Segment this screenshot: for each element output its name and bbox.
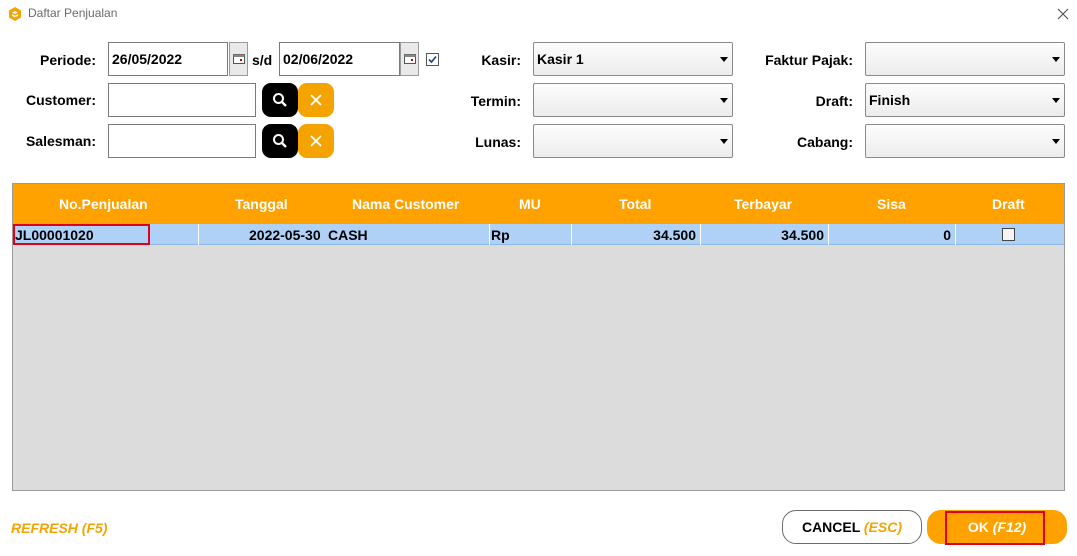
lunas-select[interactable] (533, 124, 733, 158)
close-icon (310, 94, 322, 106)
cell-total[interactable]: 34.500 (613, 227, 696, 243)
app-logo-icon (9, 7, 21, 21)
date-to-picker[interactable] (400, 42, 419, 76)
title-bar: Daftar Penjualan (0, 0, 1077, 28)
column-header-terbayar[interactable]: Terbayar (734, 196, 792, 212)
cabang-label: Cabang: (797, 134, 853, 150)
kasir-value: Kasir 1 (537, 51, 584, 67)
close-icon[interactable] (1052, 3, 1074, 25)
cabang-select[interactable] (865, 124, 1065, 158)
chevron-down-icon (1052, 98, 1060, 103)
close-icon (310, 135, 322, 147)
cell-draft-checkbox[interactable] (1002, 228, 1015, 241)
periode-checkbox[interactable] (426, 53, 439, 66)
column-header-tanggal[interactable]: Tanggal (235, 196, 288, 212)
search-icon (273, 93, 287, 107)
periode-label: Periode: (39, 52, 96, 68)
faktur-pajak-label: Faktur Pajak: (765, 52, 853, 68)
column-separator (571, 224, 572, 245)
termin-label: Termin: (470, 93, 521, 109)
column-header-total[interactable]: Total (619, 196, 651, 212)
lunas-label: Lunas: (475, 134, 521, 150)
window-title: Daftar Penjualan (28, 6, 118, 20)
date-to-field[interactable]: 02/06/2022 (279, 42, 400, 76)
salesman-clear-button[interactable] (298, 124, 334, 158)
column-separator (828, 224, 829, 245)
cancel-button-label: CANCEL (801, 519, 861, 535)
cell-sisa[interactable]: 0 (873, 227, 951, 243)
grid-header: No.Penjualan Tanggal Nama Customer MU To… (13, 184, 1064, 224)
draft-value: Finish (869, 92, 911, 108)
column-separator (955, 224, 956, 245)
table-row[interactable]: JL00001020 2022-05-30 CASH Rp 34.500 34.… (13, 224, 1064, 245)
draft-select[interactable]: Finish (865, 83, 1065, 117)
column-separator (198, 224, 199, 245)
column-header-sisa[interactable]: Sisa (877, 196, 906, 212)
refresh-link[interactable]: REFRESH (F5) (11, 520, 107, 536)
customer-field[interactable] (108, 83, 256, 117)
sd-label: s/d (252, 52, 273, 68)
chevron-down-icon (1052, 139, 1060, 144)
date-from-field[interactable]: 26/05/2022 (108, 42, 228, 76)
customer-label: Customer: (25, 92, 96, 108)
calendar-icon (404, 54, 416, 64)
faktur-pajak-select[interactable] (865, 42, 1065, 76)
checkmark-icon (428, 55, 437, 64)
column-header-mu[interactable]: MU (519, 196, 541, 212)
cancel-button[interactable]: CANCEL (ESC) (782, 510, 922, 544)
highlight-outline (13, 224, 150, 245)
calendar-icon (233, 54, 245, 64)
column-header-draft[interactable]: Draft (992, 196, 1025, 212)
termin-select[interactable] (533, 83, 733, 117)
customer-clear-button[interactable] (298, 83, 334, 117)
chevron-down-icon (720, 139, 728, 144)
draft-label: Draft: (815, 93, 853, 109)
salesman-search-button[interactable] (262, 124, 298, 158)
column-header-nama-customer[interactable]: Nama Customer (352, 196, 459, 212)
cell-nama-customer[interactable]: CASH (328, 227, 368, 243)
column-header-no-penjualan[interactable]: No.Penjualan (59, 196, 148, 212)
salesman-label: Salesman: (25, 133, 96, 149)
customer-search-button[interactable] (262, 83, 298, 117)
kasir-select[interactable]: Kasir 1 (533, 42, 733, 76)
cell-tanggal[interactable]: 2022-05-30 (249, 227, 321, 243)
cell-mu[interactable]: Rp (491, 227, 510, 243)
chevron-down-icon (720, 57, 728, 62)
column-separator (489, 224, 490, 245)
salesman-field[interactable] (108, 124, 256, 158)
highlight-outline (945, 511, 1045, 545)
date-from-picker[interactable] (229, 42, 248, 76)
kasir-label: Kasir: (481, 52, 521, 68)
chevron-down-icon (1052, 57, 1060, 62)
cell-terbayar[interactable]: 34.500 (733, 227, 824, 243)
sales-grid[interactable]: No.Penjualan Tanggal Nama Customer MU To… (12, 183, 1065, 491)
search-icon (273, 134, 287, 148)
column-separator (700, 224, 701, 245)
chevron-down-icon (720, 98, 728, 103)
cancel-shortcut: (ESC) (863, 519, 903, 535)
